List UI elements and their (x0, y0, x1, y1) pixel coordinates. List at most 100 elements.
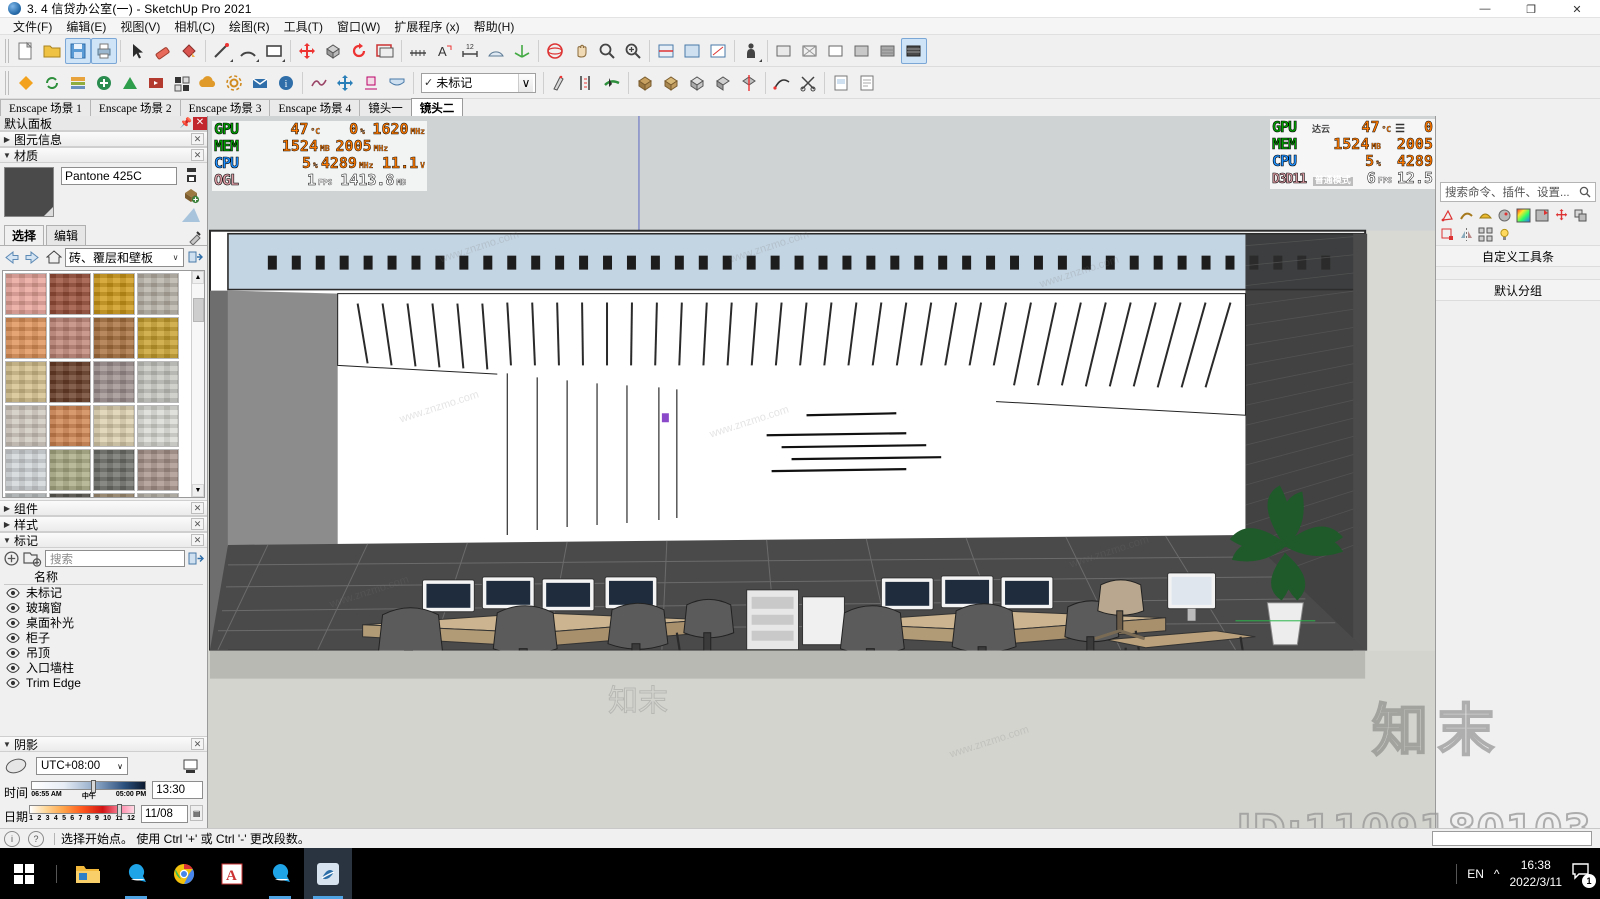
section-materials[interactable]: ▼ 材质 ✕ (0, 147, 207, 163)
material-swatch[interactable] (49, 449, 91, 491)
chevron-down-icon[interactable]: ∨ (168, 253, 183, 262)
enscape-asset-add-icon[interactable] (91, 70, 117, 96)
material-tab-select[interactable]: 选择 (4, 225, 45, 245)
section-close-icon[interactable]: ✕ (191, 738, 204, 750)
material-swatch[interactable] (93, 405, 135, 447)
windows-start-icon[interactable] (0, 848, 48, 899)
menu-file[interactable]: 文件(F) (6, 17, 59, 36)
chevron-down-icon[interactable]: ▼ (0, 151, 14, 160)
default-group-header[interactable]: 默认分组 (1436, 279, 1600, 301)
visibility-eye-icon[interactable] (0, 677, 26, 688)
text-tool-icon[interactable]: A (431, 38, 457, 64)
sandbox-move-icon[interactable] (332, 70, 358, 96)
clock[interactable]: 16:38 2022/3/11 (1510, 857, 1563, 889)
help-circle-icon[interactable]: ? (28, 830, 44, 847)
tray-expand-caret[interactable]: ^ (1494, 867, 1500, 881)
autocad-icon[interactable]: A (208, 848, 256, 899)
details-arrow-icon[interactable] (188, 551, 204, 566)
material-swatch[interactable] (137, 273, 179, 315)
enscape-start-icon[interactable] (13, 70, 39, 96)
search-icon[interactable] (1579, 186, 1591, 198)
material-swatch[interactable] (137, 405, 179, 447)
cut-edges-icon[interactable] (795, 70, 821, 96)
color-picker-icon[interactable] (1514, 206, 1532, 224)
info-icon[interactable]: i (4, 830, 20, 847)
material-swatch[interactable] (93, 317, 135, 359)
chevron-down-icon[interactable]: ▼ (0, 536, 14, 545)
save-icon[interactable] (65, 37, 91, 64)
material-swatch[interactable] (93, 361, 135, 403)
home-icon[interactable] (44, 248, 63, 267)
section-close-icon[interactable]: ✕ (191, 133, 204, 145)
sphere-tool-icon[interactable] (1495, 206, 1513, 224)
menu-window[interactable]: 窗口(W) (330, 17, 387, 36)
shadow-date-value[interactable]: 11/08 (141, 805, 189, 823)
solid-split-icon[interactable] (736, 70, 762, 96)
date-picker-button[interactable]: ▤ (190, 805, 203, 821)
language-indicator[interactable]: EN (1467, 867, 1484, 881)
sandbox-stamp-icon[interactable] (358, 70, 384, 96)
solid-intersect-icon[interactable] (684, 70, 710, 96)
select-arrow-icon[interactable] (124, 38, 150, 64)
texture-position-icon[interactable] (1533, 206, 1551, 224)
add-tag-icon[interactable] (3, 550, 20, 567)
visibility-eye-icon[interactable] (0, 647, 26, 658)
visibility-eye-icon[interactable] (0, 617, 26, 628)
tag-selector-combo[interactable]: ✓ 未标记 ∨ (421, 72, 536, 93)
close-button[interactable]: ✕ (1554, 0, 1600, 18)
material-swatch[interactable] (137, 493, 179, 497)
material-swatch[interactable] (5, 273, 47, 315)
measurement-box[interactable] (1432, 831, 1592, 846)
section-styles[interactable]: ▶ 样式 ✕ (0, 516, 207, 532)
shadow-date-slider[interactable] (29, 804, 136, 817)
open-folder-icon[interactable] (39, 38, 65, 64)
material-swatch-grid[interactable]: ▲ ▼ (2, 270, 205, 498)
paint-bucket-icon[interactable] (176, 38, 202, 64)
array-icon[interactable] (1476, 225, 1494, 243)
material-swatch[interactable] (93, 493, 135, 497)
qq-browser-icon[interactable] (256, 848, 304, 899)
material-swatch[interactable] (49, 273, 91, 315)
solid-trim-icon[interactable] (710, 70, 736, 96)
forward-arrow-icon[interactable] (23, 248, 42, 267)
enscape-sync-icon[interactable] (39, 70, 65, 96)
material-tab-edit[interactable]: 编辑 (46, 225, 87, 245)
offset-tool-icon[interactable] (372, 38, 398, 64)
curve-tool-icon[interactable] (1457, 206, 1475, 224)
material-swatch[interactable] (5, 317, 47, 359)
line-tool-icon[interactable] (209, 38, 235, 64)
chrome-icon[interactable] (160, 848, 208, 899)
material-swatch[interactable] (5, 449, 47, 491)
sample-material-icon[interactable] (183, 187, 200, 204)
enscape-info-icon[interactable]: i (273, 70, 299, 96)
file-explorer-icon[interactable] (64, 848, 112, 899)
solid-subtract-icon[interactable] (658, 70, 684, 96)
menu-draw[interactable]: 绘图(R) (222, 17, 277, 36)
tag-row[interactable]: 玻璃窗 (0, 600, 207, 615)
maximize-button[interactable]: ❐ (1508, 0, 1554, 18)
material-swatch[interactable] (49, 361, 91, 403)
enscape-settings-icon[interactable] (221, 70, 247, 96)
pin-icon[interactable]: 📌 (179, 117, 193, 130)
shadow-time-value[interactable]: 13:30 (152, 781, 203, 799)
enscape-mail-icon[interactable] (247, 70, 273, 96)
menu-view[interactable]: 视图(V) (113, 17, 167, 36)
material-preview-swatch[interactable] (4, 167, 54, 217)
details-icon[interactable] (186, 248, 205, 267)
toolbar-grip[interactable] (5, 70, 10, 95)
new-document-icon[interactable] (13, 38, 39, 64)
tag-row[interactable]: 桌面补光 (0, 615, 207, 630)
add-folder-icon[interactable] (23, 550, 42, 567)
scene-tab-enscape-4[interactable]: Enscape 场景 4 (269, 99, 361, 116)
material-swatch[interactable] (49, 317, 91, 359)
section-close-icon[interactable]: ✕ (191, 502, 204, 514)
scrollbar-thumb[interactable] (193, 298, 204, 322)
material-swatch[interactable] (137, 449, 179, 491)
tag-row[interactable]: 入口墙柱 (0, 660, 207, 675)
weld-edges-icon[interactable] (769, 70, 795, 96)
eraser-icon[interactable] (150, 38, 176, 64)
scale-icon[interactable] (1438, 225, 1456, 243)
chevron-down-icon[interactable]: ∨ (113, 762, 127, 771)
material-swatch[interactable] (137, 317, 179, 359)
material-swatch[interactable] (93, 273, 135, 315)
